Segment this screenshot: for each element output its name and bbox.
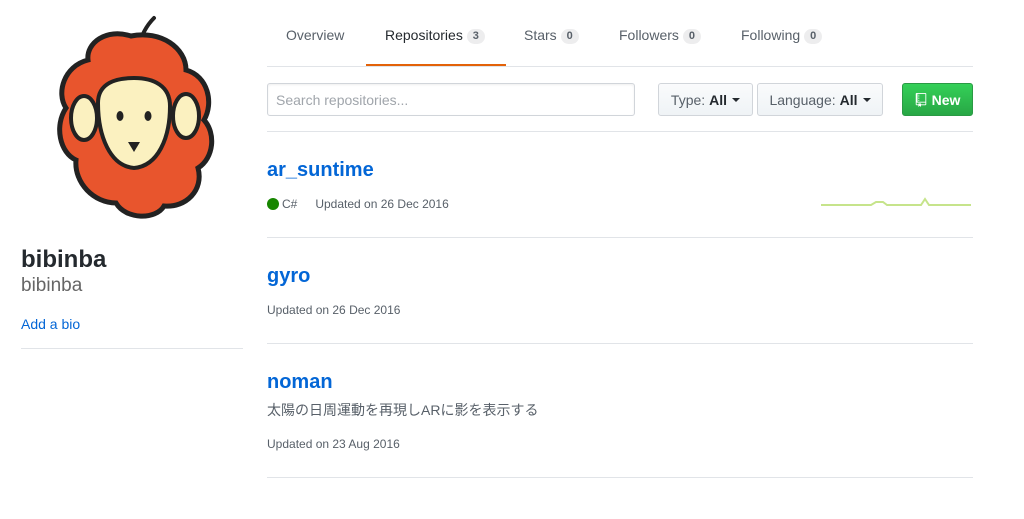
language-filter-label: Language: [769, 91, 836, 108]
profile-username: bibinba [21, 275, 83, 296]
repo-icon [915, 92, 926, 107]
repo-list-item: noman 太陽の日周運動を再現しARに影を表示する Updated on 23… [267, 344, 973, 478]
repo-list-item: gyro Updated on 26 Dec 2016 [267, 238, 973, 344]
type-filter-button[interactable]: Type: All [658, 83, 753, 116]
repo-updated: Updated on 23 Aug 2016 [267, 437, 400, 451]
tab-following[interactable]: Following 0 [741, 26, 823, 44]
sidebar-divider [21, 348, 243, 349]
tab-label: Followers [619, 27, 679, 43]
repo-language: C# [282, 197, 298, 211]
repo-updated: Updated on 26 Dec 2016 [267, 303, 401, 317]
selected-tab-indicator [366, 64, 506, 66]
tab-followers[interactable]: Followers 0 [619, 26, 701, 44]
new-repository-button[interactable]: New [902, 83, 973, 116]
tab-repositories[interactable]: Repositories 3 [385, 26, 485, 44]
tab-counter: 3 [466, 29, 485, 44]
tab-counter: 0 [682, 29, 701, 44]
language-color-dot [267, 198, 279, 210]
type-filter-label: Type: [670, 91, 706, 108]
repo-name-link[interactable]: noman [267, 370, 333, 394]
tab-counter: 0 [804, 29, 823, 44]
caret-down-icon [862, 97, 871, 102]
tab-label: Overview [286, 27, 345, 43]
tab-stars[interactable]: Stars 0 [524, 26, 579, 44]
repo-name-link[interactable]: gyro [267, 264, 310, 288]
add-bio-link[interactable]: Add a bio [21, 315, 80, 333]
language-filter-value: All [839, 91, 858, 108]
avatar[interactable] [46, 8, 216, 228]
search-repositories-input[interactable] [267, 83, 635, 116]
repo-list-item: ar_suntime C# Updated on 26 Dec 2016 [267, 132, 973, 238]
tab-label: Following [741, 27, 801, 43]
repo-meta: C# Updated on 26 Dec 2016 [267, 196, 449, 212]
type-filter-value: All [709, 91, 728, 108]
repo-name-link[interactable]: ar_suntime [267, 158, 374, 182]
tab-label: Repositories [385, 27, 463, 43]
caret-down-icon [732, 97, 741, 102]
profile-tabs: Overview Repositories 3 Stars 0 Followers 0… [267, 0, 973, 67]
profile-fullname: bibinba [21, 246, 107, 273]
repo-meta: Updated on 23 Aug 2016 [267, 436, 400, 452]
repo-description: 太陽の日周運動を再現しARに影を表示する [267, 402, 539, 418]
repo-meta: Updated on 26 Dec 2016 [267, 302, 400, 318]
repo-updated: Updated on 26 Dec 2016 [315, 197, 449, 211]
tab-label: Stars [524, 27, 557, 43]
new-button-label: New [931, 91, 961, 108]
tab-overview[interactable]: Overview [286, 26, 344, 44]
tab-counter: 0 [560, 29, 579, 44]
language-filter-button[interactable]: Language: All [757, 83, 883, 116]
activity-sparkline [821, 197, 971, 206]
